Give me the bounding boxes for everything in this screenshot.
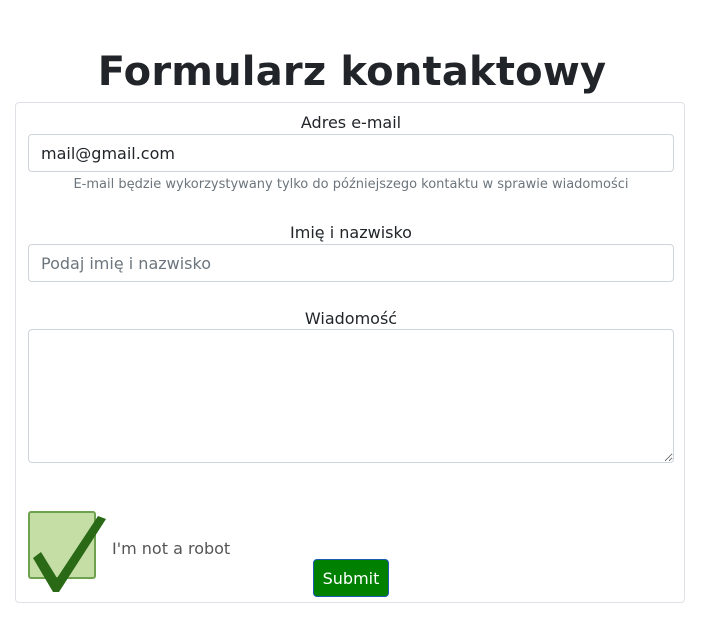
name-field[interactable] [28,244,674,282]
captcha-label: I'm not a robot [112,539,231,558]
contact-form: Adres e-mail E-mail będzie wykorzystywan… [15,102,685,603]
page-title: Formularz kontaktowy [97,48,607,95]
message-label: Wiadomość [304,309,398,328]
email-help-text: E-mail będzie wykorzystywany tylko do pó… [73,177,629,192]
submit-button[interactable]: Submit [313,559,389,597]
name-label: Imię i nazwisko [290,223,412,242]
email-label: Adres e-mail [300,113,402,132]
email-field[interactable] [28,134,674,172]
message-textarea[interactable] [28,329,674,463]
captcha-checkbox[interactable] [28,511,96,579]
